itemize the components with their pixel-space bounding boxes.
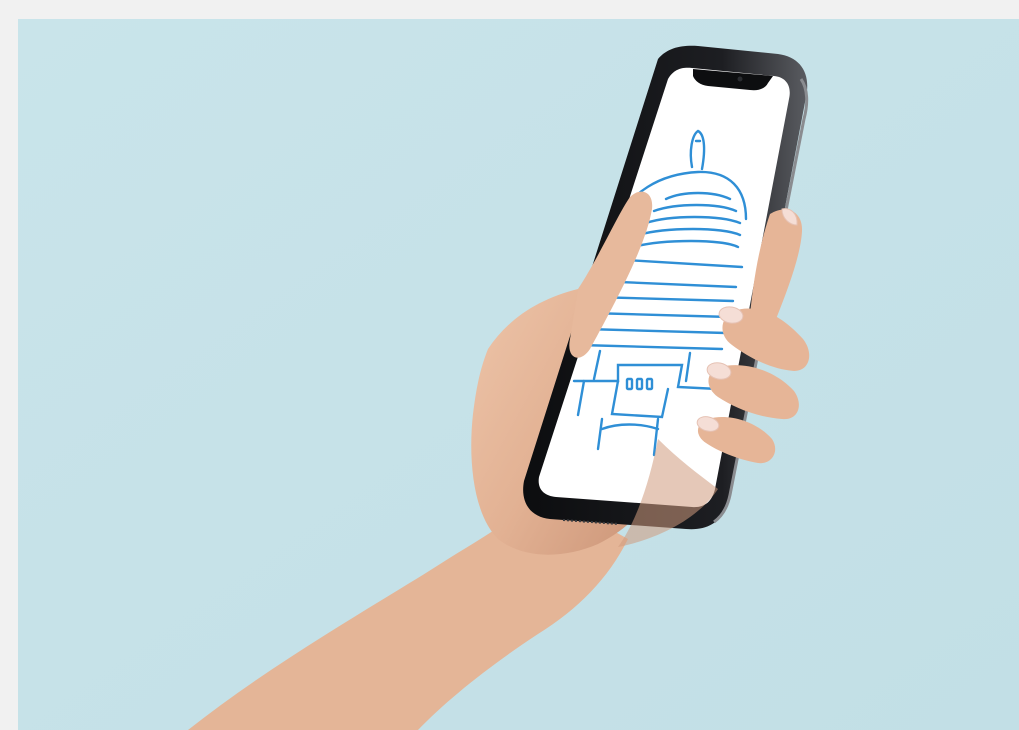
photo-canvas xyxy=(18,19,1019,730)
phone-camera xyxy=(737,76,743,82)
page xyxy=(0,0,1019,730)
product-photo xyxy=(18,19,1019,730)
